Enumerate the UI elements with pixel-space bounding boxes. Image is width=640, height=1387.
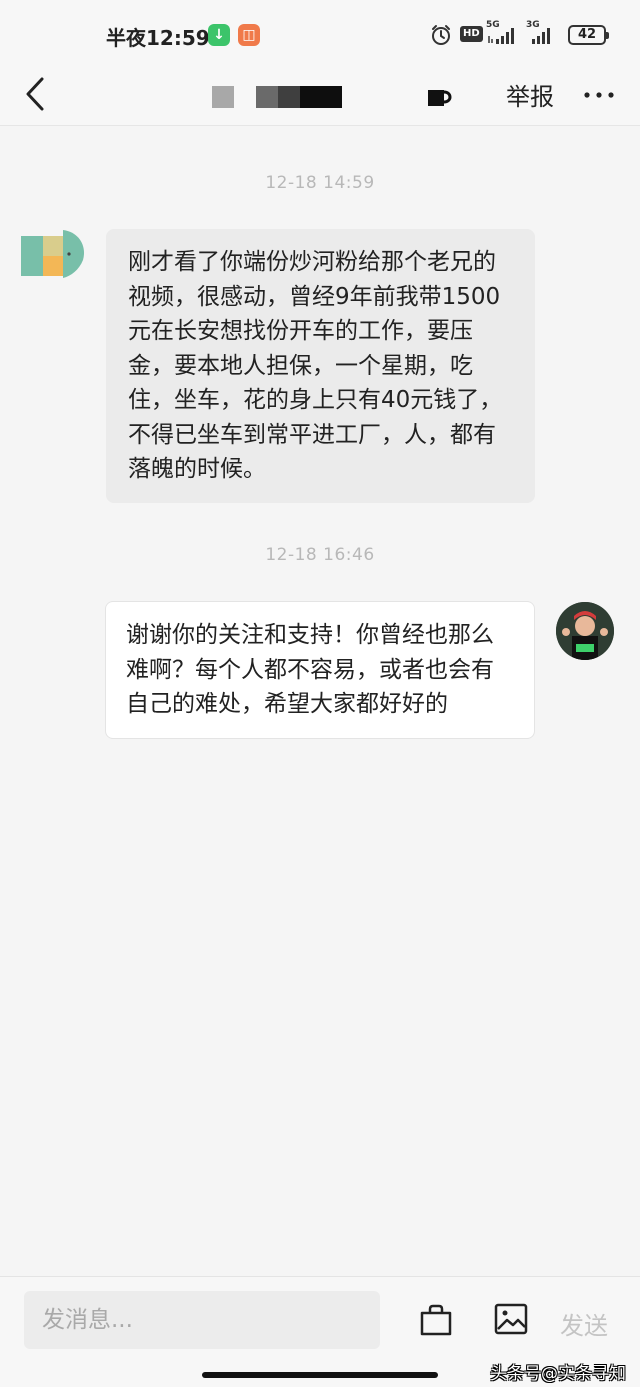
verified-badge-icon	[428, 90, 452, 106]
message-timestamp: 12-18 14:59	[265, 173, 375, 193]
app-notification-icon: ◫	[238, 24, 260, 46]
shopping-bag-icon[interactable]	[419, 1303, 453, 1337]
hd-badge: HD	[460, 26, 483, 42]
back-chevron-icon[interactable]	[22, 74, 52, 114]
message-text: 谢谢你的关注和支持！你曾经也那么难啊？每个人都不容易，或者也会有自己的难处，希望…	[126, 622, 494, 717]
image-icon[interactable]	[494, 1303, 528, 1335]
home-indicator[interactable]	[202, 1372, 438, 1378]
signal-icon	[488, 28, 514, 44]
message-bubble-incoming: 刚才看了你端份炒河粉给那个老兄的视频，很感动，曾经9年前我带1500元在长安想找…	[106, 229, 535, 503]
redaction-block	[256, 86, 278, 108]
status-time: 半夜12:59	[106, 26, 210, 50]
redaction-block	[212, 86, 234, 108]
message-bubble-outgoing: 谢谢你的关注和支持！你曾经也那么难啊？每个人都不容易，或者也会有自己的难处，希望…	[105, 601, 535, 739]
status-bar: 半夜12:59 ↓ ◫ HD 5G 3G 42	[0, 0, 640, 68]
download-notification-icon: ↓	[208, 24, 230, 46]
more-dots-icon[interactable]	[582, 80, 618, 110]
signal-icon	[532, 28, 550, 44]
redaction-block	[300, 86, 342, 108]
message-timestamp: 12-18 16:46	[265, 545, 375, 565]
avatar[interactable]	[21, 230, 85, 280]
nav-bar: 举报	[0, 68, 640, 126]
send-button[interactable]: 发送	[560, 1306, 608, 1341]
nav-title-redacted	[212, 86, 452, 108]
battery-indicator: 42	[568, 25, 609, 45]
alarm-clock-icon	[432, 25, 450, 45]
user-photo-icon	[556, 602, 614, 660]
report-link[interactable]: 举报	[506, 77, 554, 112]
message-input[interactable]	[24, 1291, 380, 1349]
input-bar: 发送 头条号@实条寻知	[0, 1276, 640, 1387]
message-text: 刚才看了你端份炒河粉给那个老兄的视频，很感动，曾经9年前我带1500元在长安想找…	[128, 249, 503, 482]
redaction-block	[278, 86, 300, 108]
avatar[interactable]	[556, 602, 614, 660]
watermark-text: 头条号@实条寻知	[490, 1364, 626, 1384]
